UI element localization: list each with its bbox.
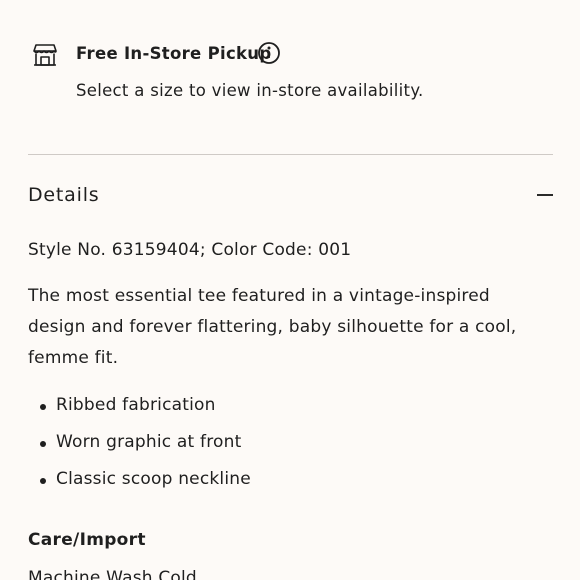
details-title: Details [28,184,100,206]
info-icon[interactable] [257,41,281,65]
in-store-pickup-section: Free In-Store Pickup Select a size to vi… [28,38,553,108]
feature-text: Ribbed fabrication [56,395,216,415]
pickup-availability-text: Select a size to view in-store availabil… [76,81,424,100]
list-item: Worn graphic at front [28,432,251,469]
bullet-icon [40,478,46,484]
product-description: The most essential tee featured in a vin… [28,286,517,368]
list-item: Ribbed fabrication [28,395,251,432]
care-instruction: Machine Wash Cold [28,568,197,580]
store-icon [32,42,58,68]
feature-text: Classic scoop neckline [56,469,251,489]
list-item: Classic scoop neckline [28,469,251,506]
feature-list: Ribbed fabrication Worn graphic at front… [28,395,251,506]
details-accordion-header[interactable]: Details [28,178,553,214]
care-import-title: Care/Import [28,530,146,550]
pickup-title: Free In-Store Pickup [76,44,272,63]
feature-text: Worn graphic at front [56,432,242,452]
minus-icon[interactable] [537,194,553,196]
style-number: Style No. 63159404; Color Code: 001 [28,240,352,260]
bullet-icon [40,404,46,410]
bullet-icon [40,441,46,447]
product-details-panel: Free In-Store Pickup Select a size to vi… [0,0,580,580]
section-divider [28,154,553,155]
